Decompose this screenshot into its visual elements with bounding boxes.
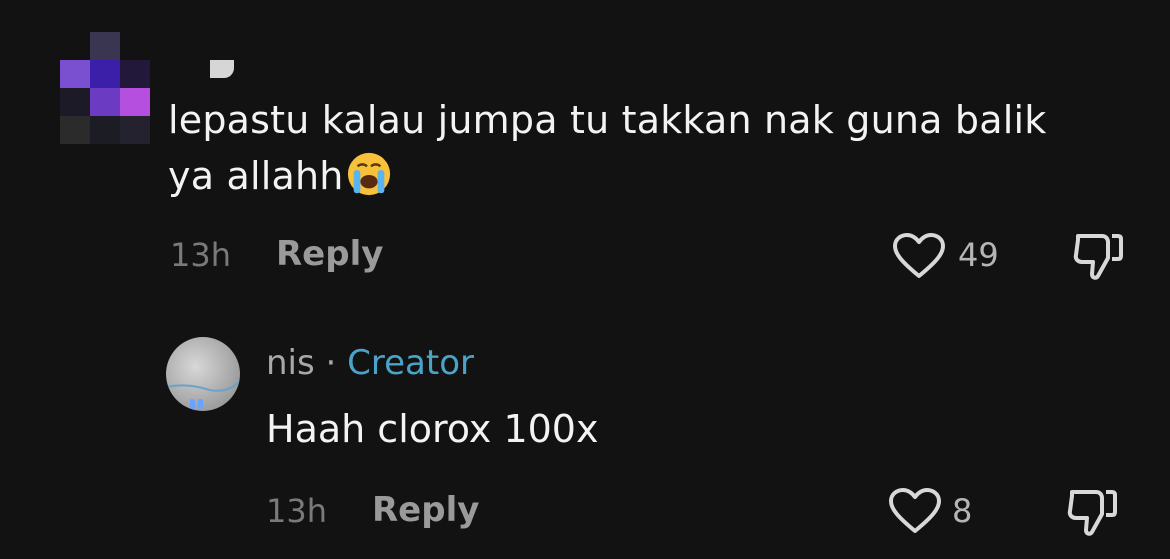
thumbs-down-icon[interactable] <box>1072 232 1124 282</box>
comment-timestamp: 13h <box>170 236 231 274</box>
comment-text: lepastu kalau jumpa tu takkan nak guna b… <box>168 92 1148 204</box>
reply-timestamp: 13h <box>266 492 327 530</box>
loudly-crying-face-icon <box>347 152 390 196</box>
reply-text: Haah clorox 100x <box>266 407 599 451</box>
heart-outline-icon[interactable] <box>888 487 942 535</box>
avatar-image <box>166 380 240 409</box>
reply-like-count: 8 <box>952 492 973 530</box>
reply-reply-button[interactable]: Reply <box>372 490 479 530</box>
reply-author-avatar[interactable] <box>166 337 240 411</box>
creator-badge: Creator <box>347 343 474 383</box>
reply-author-name[interactable]: nis <box>266 343 315 383</box>
thumbs-down-icon[interactable] <box>1066 488 1118 538</box>
comment-line-2: ya allahh <box>168 148 1148 204</box>
comment-like-count: 49 <box>958 236 999 274</box>
reply-author-line: nis · Creator <box>266 343 474 383</box>
comment-reply-button[interactable]: Reply <box>276 234 383 274</box>
commenter-avatar[interactable] <box>60 32 150 144</box>
commenter-name-redacted <box>210 60 234 78</box>
comment-line-1: lepastu kalau jumpa tu takkan nak guna b… <box>168 98 1047 142</box>
heart-outline-icon[interactable] <box>892 232 946 280</box>
separator-dot: · <box>325 343 337 383</box>
